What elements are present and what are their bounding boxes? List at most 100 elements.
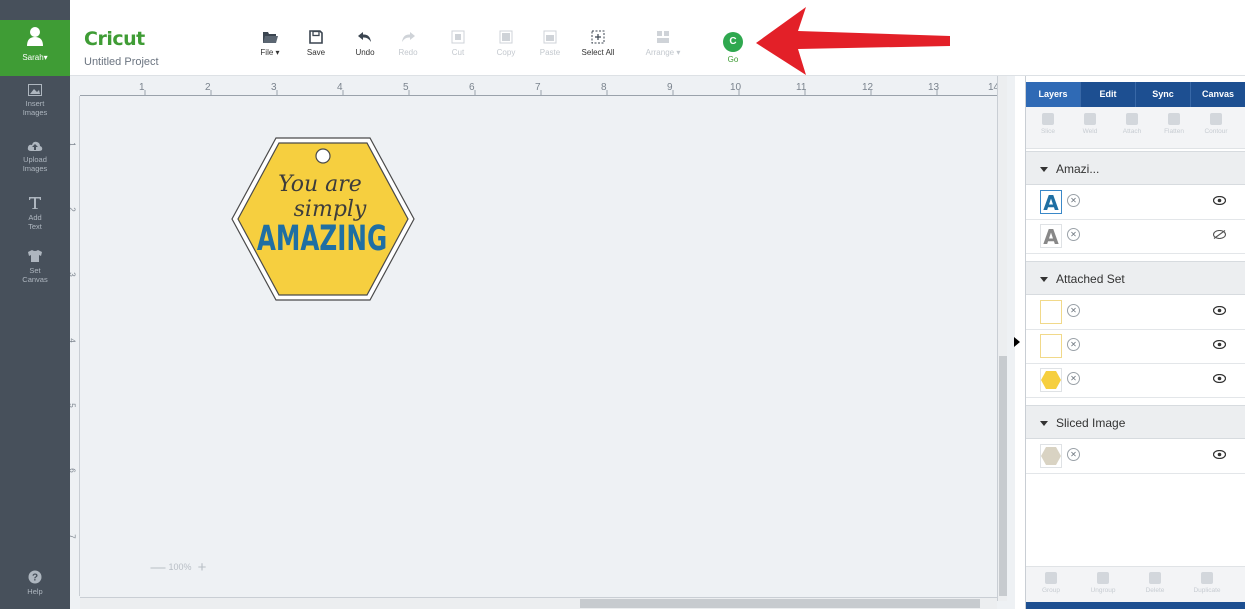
tab-layers[interactable]: Layers bbox=[1026, 82, 1081, 107]
caret-down-icon bbox=[1040, 277, 1048, 283]
horizontal-ruler: 1 2 3 4 5 6 7 8 9 10 11 12 13 14 bbox=[80, 76, 1005, 96]
go-button[interactable]: C Go bbox=[720, 32, 746, 64]
zoom-level: 100% bbox=[168, 561, 192, 572]
group-icon bbox=[1045, 572, 1057, 584]
layers-panel: Layers Edit Sync Canvas Slice Weld Attac… bbox=[1025, 76, 1245, 609]
save-button[interactable]: Save bbox=[291, 30, 341, 57]
flatten-icon bbox=[1168, 113, 1180, 125]
nav-add-text[interactable]: Add Text bbox=[0, 196, 70, 231]
zoom-in-button[interactable]: + bbox=[194, 559, 210, 576]
file-menu-button[interactable]: File ▾ bbox=[245, 30, 295, 57]
weld-button[interactable]: Weld bbox=[1076, 113, 1104, 135]
paste-icon bbox=[543, 30, 557, 44]
cricut-design-space: Sarah▾ Insert Images Upload Images Add T… bbox=[0, 0, 1245, 609]
cut-icon bbox=[451, 30, 465, 44]
cut-button[interactable]: Cut bbox=[433, 30, 483, 57]
hexagon-tag-design[interactable]: You are simply AMAZING bbox=[230, 136, 416, 302]
select-all-icon bbox=[591, 30, 605, 44]
layer-row[interactable]: ✕ bbox=[1026, 296, 1245, 330]
user-name: Sarah▾ bbox=[22, 53, 48, 62]
layer-thumbnail: A bbox=[1040, 190, 1062, 215]
attribute-selector-icon[interactable]: ✕ bbox=[1067, 372, 1080, 385]
panel-tabs: Layers Edit Sync Canvas bbox=[1026, 82, 1245, 107]
horizontal-scrollbar[interactable] bbox=[80, 597, 997, 609]
hexagon-thumb-icon bbox=[1041, 371, 1061, 389]
letter-a-thumb-icon: A bbox=[1043, 225, 1059, 249]
red-arrow-annotation bbox=[756, 7, 950, 75]
layer-actions-toolbar: Slice Weld Attach Flatten Contour bbox=[1026, 107, 1245, 149]
attribute-selector-icon[interactable]: ✕ bbox=[1067, 338, 1080, 351]
attribute-selector-icon[interactable]: ✕ bbox=[1067, 194, 1080, 207]
layer-row[interactable]: ✕ bbox=[1026, 330, 1245, 364]
slice-icon bbox=[1042, 113, 1054, 125]
go-icon: C bbox=[723, 32, 743, 52]
layer-group-header[interactable]: Attached Set bbox=[1026, 261, 1245, 295]
weld-icon bbox=[1084, 113, 1096, 125]
ungroup-icon bbox=[1097, 572, 1109, 584]
paste-button[interactable]: Paste bbox=[525, 30, 575, 57]
vertical-ruler: 1 2 3 4 5 6 7 bbox=[70, 96, 80, 596]
eye-hidden-icon[interactable] bbox=[1213, 230, 1226, 239]
user-menu[interactable]: Sarah▾ bbox=[0, 20, 70, 76]
eye-icon[interactable] bbox=[1213, 374, 1226, 383]
redo-icon bbox=[402, 32, 415, 42]
select-all-button[interactable]: Select All bbox=[573, 30, 623, 57]
zoom-control: — 100% + bbox=[150, 559, 210, 576]
layer-row[interactable]: ✕ bbox=[1026, 440, 1245, 474]
flatten-button[interactable]: Flatten bbox=[1160, 113, 1188, 135]
attribute-selector-icon[interactable]: ✕ bbox=[1067, 228, 1080, 241]
tag-line-1: You are bbox=[278, 172, 362, 197]
nav-help[interactable]: ? Help bbox=[0, 570, 70, 596]
eye-icon[interactable] bbox=[1213, 306, 1226, 315]
layer-group-header[interactable]: Sliced Image bbox=[1026, 405, 1245, 439]
shirt-icon bbox=[28, 250, 42, 262]
design-canvas[interactable]: 1 2 3 4 5 6 7 8 9 10 11 12 13 14 1 2 3 4… bbox=[70, 76, 1015, 609]
nav-insert-images[interactable]: Insert Images bbox=[0, 84, 70, 117]
contour-icon bbox=[1210, 113, 1222, 125]
caret-down-icon bbox=[1040, 421, 1048, 427]
delete-button[interactable]: Delete bbox=[1138, 572, 1172, 594]
tab-sync[interactable]: Sync bbox=[1136, 82, 1191, 107]
zoom-out-button[interactable]: — bbox=[150, 559, 166, 576]
copy-button[interactable]: Copy bbox=[481, 30, 531, 57]
save-icon bbox=[309, 30, 323, 44]
arrange-menu-button[interactable]: Arrange ▾ bbox=[638, 30, 688, 57]
eye-icon[interactable] bbox=[1213, 196, 1226, 205]
eye-icon[interactable] bbox=[1213, 340, 1226, 349]
horizontal-scroll-thumb[interactable] bbox=[580, 599, 980, 608]
panel-bottom-bar bbox=[1026, 602, 1245, 609]
layer-group-header[interactable]: Amazi... bbox=[1026, 151, 1245, 185]
layer-row[interactable]: A ✕ bbox=[1026, 220, 1245, 254]
trash-icon bbox=[1149, 572, 1161, 584]
arrange-icon bbox=[657, 31, 669, 43]
layer-row[interactable]: ✕ bbox=[1026, 364, 1245, 398]
vertical-scrollbar[interactable] bbox=[997, 76, 1007, 601]
layer-row[interactable]: A ✕ bbox=[1026, 186, 1245, 220]
layer-thumbnail bbox=[1040, 368, 1062, 392]
panel-collapse-arrow-icon[interactable] bbox=[1014, 337, 1020, 347]
duplicate-icon bbox=[1201, 572, 1213, 584]
vertical-scroll-thumb[interactable] bbox=[999, 356, 1007, 596]
contour-button[interactable]: Contour bbox=[1202, 113, 1230, 135]
nav-set-canvas[interactable]: Set Canvas bbox=[0, 249, 70, 284]
svg-text:?: ? bbox=[32, 573, 38, 584]
cricut-logo: Cricut bbox=[84, 28, 145, 50]
ungroup-button[interactable]: Ungroup bbox=[1086, 572, 1120, 594]
slice-button[interactable]: Slice bbox=[1034, 113, 1062, 135]
duplicate-button[interactable]: Duplicate bbox=[1190, 572, 1224, 594]
tab-edit[interactable]: Edit bbox=[1081, 82, 1136, 107]
attach-button[interactable]: Attach bbox=[1118, 113, 1146, 135]
svg-text:A: A bbox=[1043, 191, 1059, 213]
tab-canvas[interactable]: Canvas bbox=[1191, 82, 1245, 107]
eye-icon[interactable] bbox=[1213, 450, 1226, 459]
group-button[interactable]: Group bbox=[1034, 572, 1068, 594]
redo-button[interactable]: Redo bbox=[383, 30, 433, 57]
cloud-upload-icon bbox=[27, 141, 43, 151]
attribute-selector-icon[interactable]: ✕ bbox=[1067, 448, 1080, 461]
undo-icon bbox=[358, 32, 371, 42]
attribute-selector-icon[interactable]: ✕ bbox=[1067, 304, 1080, 317]
layer-thumbnail bbox=[1040, 300, 1062, 324]
nav-upload-images[interactable]: Upload Images bbox=[0, 140, 70, 173]
project-title[interactable]: Untitled Project bbox=[84, 56, 159, 68]
layer-thumbnail: A bbox=[1040, 224, 1062, 249]
